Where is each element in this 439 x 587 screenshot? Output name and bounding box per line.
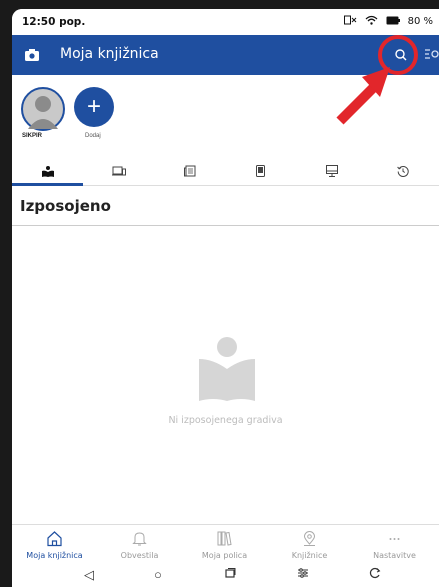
user-avatar[interactable] — [21, 87, 65, 131]
newspaper-icon — [183, 165, 195, 177]
rotate-icon[interactable] — [369, 567, 381, 582]
status-time: 12:50 pop. — [22, 16, 86, 28]
status-icons: 80 % — [343, 15, 433, 28]
more-icon — [389, 538, 400, 540]
reader-icon — [41, 165, 54, 177]
category-tabs — [12, 157, 439, 186]
add-account-label: Dodaj — [85, 133, 101, 139]
tab-ebooks[interactable] — [83, 157, 154, 185]
add-account-button[interactable]: + — [74, 87, 114, 127]
section-header: Izposojeno — [12, 186, 439, 226]
battery-percent: 80 % — [407, 16, 433, 27]
nav-label: Moja knjižnica — [26, 551, 83, 560]
nav-notifications[interactable]: Obvestila — [97, 525, 182, 567]
app-title: Moja knjižnica — [60, 46, 159, 62]
status-bar: 12:50 pop. 80 % — [12, 9, 439, 35]
back-icon[interactable]: ◁ — [84, 567, 94, 583]
tab-borrowed[interactable] — [12, 157, 83, 186]
nav-label: Moja polica — [201, 551, 248, 560]
system-navigation-bar: ◁ ○ — [12, 566, 439, 587]
location-pin-icon — [303, 531, 316, 546]
mute-icon — [343, 15, 357, 28]
nav-libraries[interactable]: Knjižnice — [267, 525, 352, 567]
empty-message: Ni izposojenega gradiva — [168, 415, 283, 426]
nav-label: Nastavitve — [373, 551, 416, 560]
nav-label: Knjižnice — [291, 551, 328, 560]
monitor-icon — [325, 165, 338, 177]
device-frame: 12:50 pop. 80 % Moja knjižnica SIKPIR + … — [0, 0, 439, 587]
screen: 12:50 pop. 80 % Moja knjižnica SIKPIR + … — [12, 9, 439, 587]
empty-state: Ni izposojenega gradiva — [12, 225, 439, 536]
recent-apps-icon[interactable] — [224, 567, 236, 582]
user-silhouette-icon — [28, 96, 58, 129]
user-avatar-label: SIKPIR — [22, 133, 43, 139]
sliders-icon[interactable] — [297, 567, 309, 582]
tab-history[interactable] — [367, 157, 438, 185]
devices-icon — [111, 166, 126, 176]
ereader-icon — [256, 165, 265, 177]
reading-book-icon — [199, 337, 255, 401]
wifi-icon — [365, 15, 378, 28]
home-circle-icon[interactable]: ○ — [154, 567, 162, 582]
camera-icon[interactable] — [25, 48, 39, 66]
nav-my-library[interactable]: Moja knjižnica — [12, 525, 97, 567]
battery-icon — [386, 16, 400, 28]
home-icon — [47, 531, 62, 547]
tab-reader[interactable] — [225, 157, 296, 185]
history-icon — [396, 166, 409, 177]
nav-settings[interactable]: Nastavitve — [352, 525, 437, 567]
bottom-navigation: Moja knjižnica Obvestila Moja polica Knj… — [12, 524, 439, 567]
section-title: Izposojeno — [20, 197, 111, 215]
filter-icon[interactable] — [425, 47, 439, 65]
accounts-row: SIKPIR + Dodaj — [12, 75, 439, 157]
bell-icon — [132, 532, 147, 546]
tab-desktop[interactable] — [296, 157, 367, 185]
nav-label: Obvestila — [120, 551, 159, 560]
tab-magazines[interactable] — [154, 157, 225, 185]
bookshelf-icon — [217, 531, 232, 546]
nav-my-shelf[interactable]: Moja polica — [182, 525, 267, 567]
